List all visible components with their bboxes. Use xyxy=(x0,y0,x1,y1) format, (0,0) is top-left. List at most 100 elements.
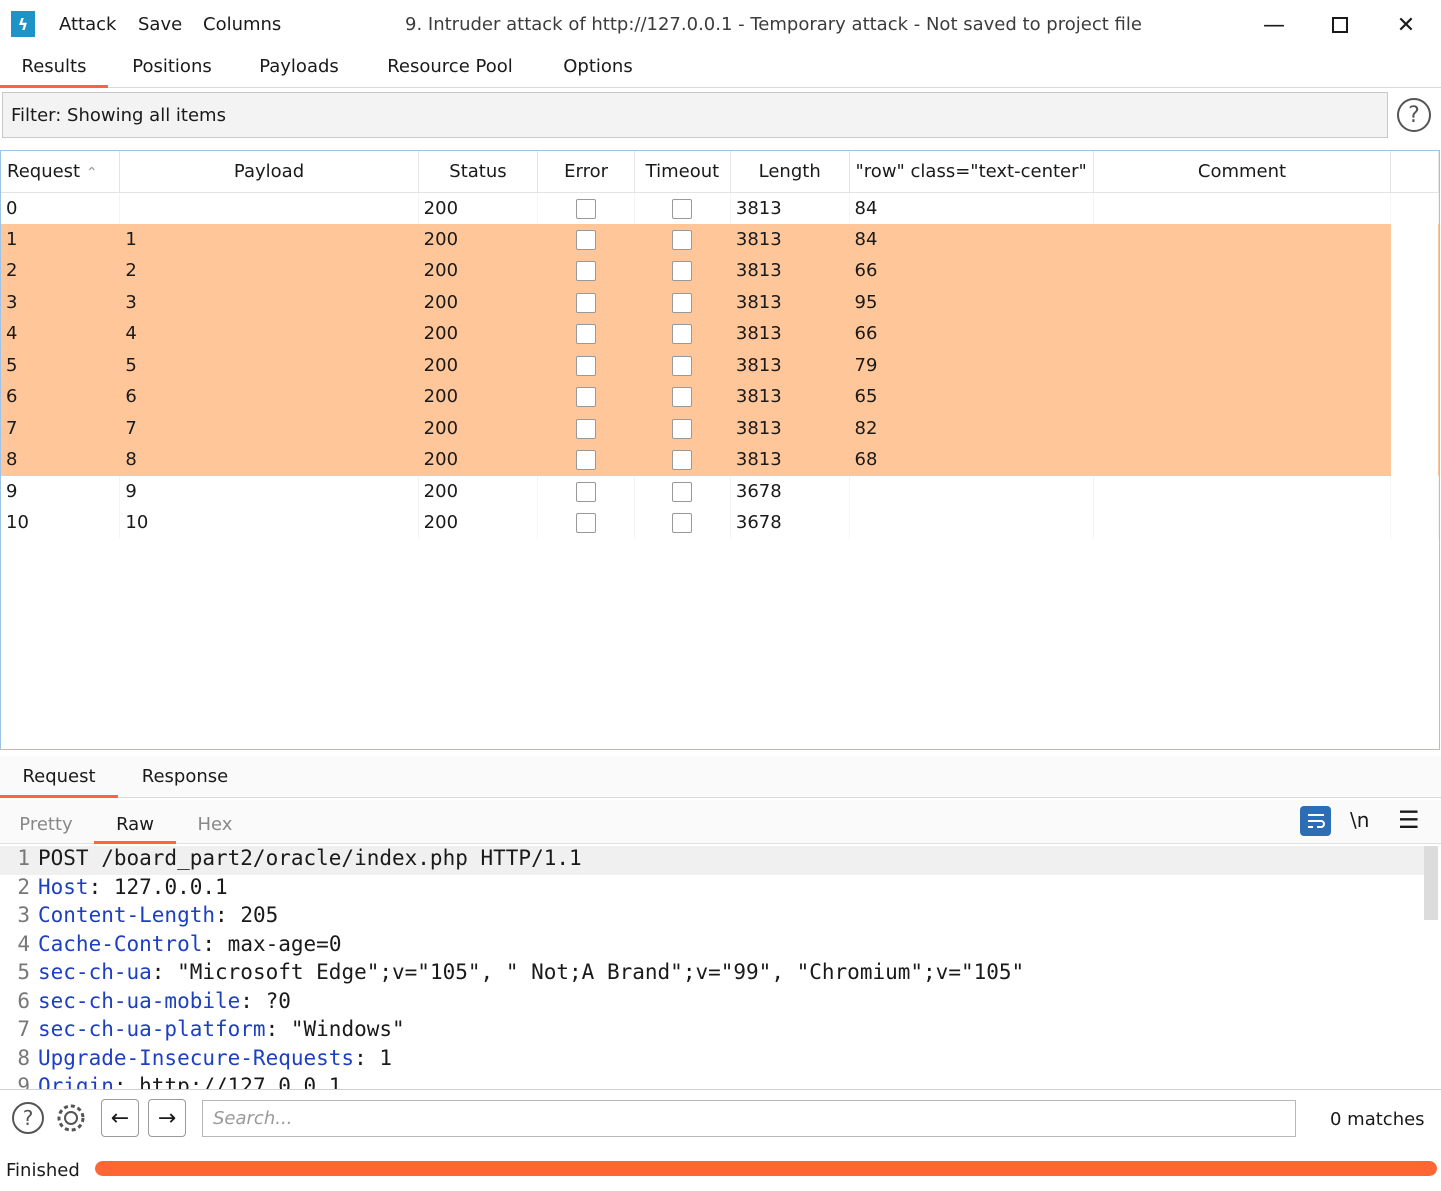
error-checkbox[interactable] xyxy=(576,481,597,502)
error-checkbox-cell xyxy=(537,381,635,413)
error-checkbox[interactable] xyxy=(576,198,597,219)
table-row[interactable]: 4 4 200 3813 66 xyxy=(1,318,1439,350)
cell-status: 200 xyxy=(418,507,539,539)
code-text: sec-ch-ua-platform: "Windows" xyxy=(38,1017,405,1041)
timeout-checkbox[interactable] xyxy=(672,324,693,345)
error-checkbox[interactable] xyxy=(576,324,597,345)
cell-payload: 6 xyxy=(119,381,419,413)
tab-hex[interactable]: Hex xyxy=(186,814,244,844)
tab-positions[interactable]: Positions xyxy=(122,56,222,88)
hamburger-menu-icon[interactable]: ☰ xyxy=(1398,806,1420,834)
timeout-checkbox[interactable] xyxy=(672,387,693,408)
column-header-comment[interactable]: Comment xyxy=(1093,151,1392,193)
line-number: 3 xyxy=(17,903,30,927)
error-checkbox-cell xyxy=(537,349,635,381)
next-match-button[interactable]: → xyxy=(148,1099,186,1137)
error-checkbox[interactable] xyxy=(576,261,597,282)
header-separator: : xyxy=(215,903,241,927)
editor-scrollbar[interactable] xyxy=(1424,846,1438,920)
tab-options[interactable]: Options xyxy=(552,56,644,88)
tab-payloads[interactable]: Payloads xyxy=(250,56,348,88)
error-checkbox[interactable] xyxy=(576,418,597,439)
timeout-checkbox[interactable] xyxy=(672,513,693,534)
cell-status: 200 xyxy=(418,192,539,224)
error-checkbox[interactable] xyxy=(576,229,597,250)
timeout-checkbox[interactable] xyxy=(672,198,693,219)
column-header-timeout[interactable]: Timeout xyxy=(634,151,731,193)
help-icon[interactable]: ? xyxy=(10,1100,46,1136)
word-wrap-icon[interactable] xyxy=(1300,806,1331,836)
cell-status: 200 xyxy=(418,223,539,255)
table-row[interactable]: 10 10 200 3678 xyxy=(1,507,1439,539)
tab-response[interactable]: Response xyxy=(128,766,242,798)
search-input[interactable] xyxy=(202,1100,1296,1137)
tab-pretty[interactable]: Pretty xyxy=(10,814,82,844)
cell-grep-extract xyxy=(849,475,1094,507)
cell-comment xyxy=(1093,444,1392,476)
timeout-checkbox[interactable] xyxy=(672,229,693,250)
cell-request: 3 xyxy=(1,286,121,318)
tab-results[interactable]: Results xyxy=(0,56,108,88)
previous-match-button[interactable]: ← xyxy=(101,1099,139,1137)
timeout-checkbox-cell xyxy=(634,192,731,224)
column-header-payload[interactable]: Payload xyxy=(119,151,419,193)
error-checkbox[interactable] xyxy=(576,450,597,471)
timeout-checkbox[interactable] xyxy=(672,418,693,439)
timeout-checkbox[interactable] xyxy=(672,481,693,502)
cell-payload: 3 xyxy=(119,286,419,318)
close-button[interactable]: ✕ xyxy=(1381,8,1431,42)
header-key: Upgrade-Insecure-Requests xyxy=(38,1045,355,1070)
table-row[interactable]: 9 9 200 3678 xyxy=(1,475,1439,507)
table-row[interactable]: 3 3 200 3813 95 xyxy=(1,286,1439,318)
table-row[interactable]: 6 6 200 3813 65 xyxy=(1,381,1439,413)
header-key: Content-Length xyxy=(38,903,216,927)
code-line: 3 Content-Length: 205 xyxy=(0,903,1424,932)
table-row[interactable]: 5 5 200 3813 79 xyxy=(1,349,1439,381)
column-header-length[interactable]: Length xyxy=(730,151,850,193)
timeout-checkbox[interactable] xyxy=(672,292,693,313)
tab-request[interactable]: Request xyxy=(0,766,118,798)
message-editor[interactable]: 1 POST /board_part2/oracle/index.php HTTP… xyxy=(0,846,1441,1089)
tab-raw[interactable]: Raw xyxy=(94,814,176,844)
show-newlines-icon[interactable]: \n xyxy=(1350,808,1369,832)
code-line: 2 Host: 127.0.0.1 xyxy=(0,875,1424,904)
cell-status: 200 xyxy=(418,444,539,476)
column-header-error[interactable]: Error xyxy=(537,151,635,193)
tab-resource-pool[interactable]: Resource Pool xyxy=(375,56,525,88)
column-header-status[interactable]: Status xyxy=(418,151,539,193)
menu-save[interactable]: Save xyxy=(138,14,182,35)
timeout-checkbox[interactable] xyxy=(672,450,693,471)
gear-icon[interactable] xyxy=(53,1100,89,1136)
menu-attack[interactable]: Attack xyxy=(59,14,116,35)
filter-bar[interactable]: Filter: Showing all items xyxy=(2,92,1388,138)
minimize-icon: — xyxy=(1263,12,1285,38)
table-row[interactable]: 1 1 200 3813 84 xyxy=(1,223,1439,255)
error-checkbox[interactable] xyxy=(576,292,597,313)
error-checkbox-cell xyxy=(537,255,635,287)
column-header-grep-extract[interactable]: "row" class="text-center" xyxy=(849,151,1094,193)
error-checkbox[interactable] xyxy=(576,355,597,376)
timeout-checkbox[interactable] xyxy=(672,355,693,376)
timeout-checkbox[interactable] xyxy=(672,261,693,282)
timeout-checkbox-cell xyxy=(634,381,731,413)
error-checkbox[interactable] xyxy=(576,387,597,408)
table-row[interactable]: 0 200 3813 84 xyxy=(1,192,1439,224)
cell-grep-extract: 68 xyxy=(849,444,1094,476)
cell-payload xyxy=(119,192,419,224)
column-header-request[interactable]: Request ⌃ xyxy=(1,151,121,193)
menu-columns[interactable]: Columns xyxy=(203,14,281,35)
code-line: 1 POST /board_part2/oracle/index.php HTTP… xyxy=(0,846,1424,875)
table-row[interactable]: 8 8 200 3813 68 xyxy=(1,444,1439,476)
help-icon[interactable]: ? xyxy=(1397,98,1431,132)
cell-comment xyxy=(1093,286,1392,318)
table-row[interactable]: 7 7 200 3813 82 xyxy=(1,412,1439,444)
cell-comment xyxy=(1093,318,1392,350)
maximize-button[interactable] xyxy=(1315,8,1365,42)
request-line: POST /board_part2/oracle/index.php HTTP/… xyxy=(38,846,582,870)
table-row[interactable]: 2 2 200 3813 66 xyxy=(1,255,1439,287)
progress-fill xyxy=(95,1161,1437,1176)
minimize-button[interactable]: — xyxy=(1249,8,1299,42)
cell-grep-extract: 82 xyxy=(849,412,1094,444)
error-checkbox[interactable] xyxy=(576,513,597,534)
timeout-checkbox-cell xyxy=(634,223,731,255)
